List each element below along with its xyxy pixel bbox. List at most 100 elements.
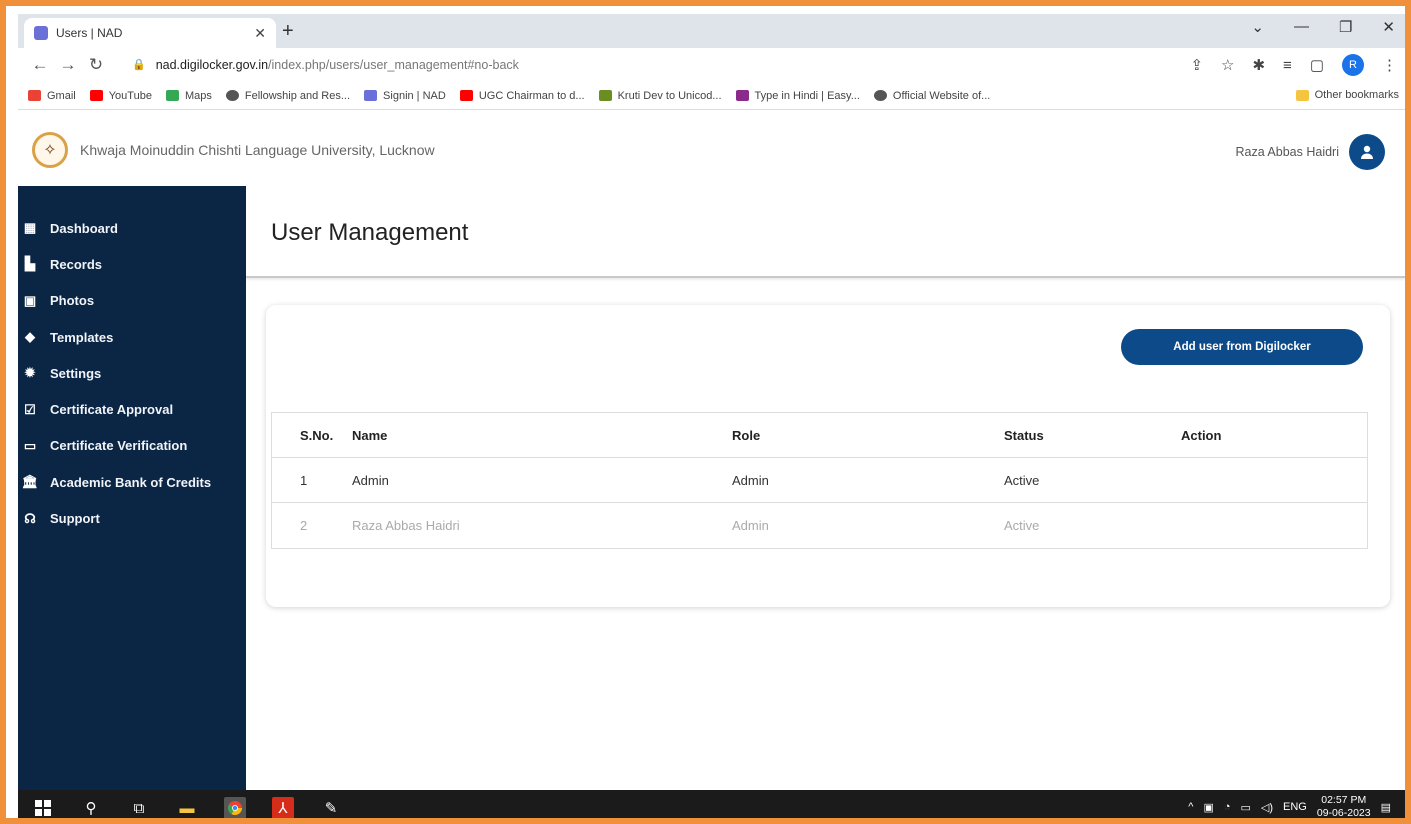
sidebar-item-certificate-verification[interactable]: ▭ Certificate Verification bbox=[18, 428, 246, 464]
globe-icon bbox=[225, 90, 239, 101]
menu-icon[interactable]: ⋮ bbox=[1382, 56, 1397, 74]
sidebar-item-support[interactable]: ☊ Support bbox=[18, 500, 246, 536]
tab-title: Users | NAD bbox=[56, 26, 123, 40]
sidebar-item-academic-bank-of-credits[interactable]: 🏛 Academic Bank of Credits bbox=[18, 464, 246, 500]
hindi-typing-icon bbox=[735, 90, 749, 101]
verification-icon: ▭ bbox=[23, 437, 37, 453]
cell-name: Admin bbox=[352, 472, 389, 488]
cell-name: Raza Abbas Haidri bbox=[352, 518, 460, 533]
new-tab-icon[interactable]: + bbox=[282, 20, 294, 43]
bookmark-item[interactable]: Type in Hindi | Easy... bbox=[735, 90, 860, 102]
bookmark-item[interactable]: Kruti Dev to Unicod... bbox=[598, 90, 722, 102]
column-header-action: Action bbox=[1181, 427, 1222, 443]
page-title: User Management bbox=[271, 219, 469, 246]
side-panel-icon[interactable]: ▢ bbox=[1310, 56, 1324, 74]
forward-icon[interactable]: → bbox=[54, 55, 82, 75]
address-path: /index.php/users/user_management#no-back bbox=[268, 57, 519, 72]
profile-avatar[interactable]: R bbox=[1342, 54, 1364, 76]
bookmark-item[interactable]: Official Website of... bbox=[873, 90, 990, 102]
screen: Users | NAD ✕ + ⌄ — ❐ ✕ ← → ↻ 🔒 nad.digi… bbox=[18, 14, 1405, 819]
table-row[interactable]: 2 Raza Abbas Haidri Admin Active bbox=[272, 503, 1367, 548]
cell-status: Active bbox=[1004, 472, 1040, 488]
youtube-icon bbox=[89, 90, 103, 101]
sidebar-item-templates[interactable]: ◆ Templates bbox=[18, 319, 246, 355]
extensions-icon[interactable]: ✱ bbox=[1252, 56, 1265, 74]
bank-icon: 🏛 bbox=[21, 474, 39, 490]
sidebar-item-records[interactable]: ▙ Records bbox=[18, 246, 246, 282]
tag-icon: ◆ bbox=[25, 329, 35, 345]
cell-role: Admin bbox=[732, 472, 769, 488]
user-name: Raza Abbas Haidri bbox=[1235, 145, 1339, 159]
browser-tab-active[interactable]: Users | NAD ✕ bbox=[24, 18, 276, 48]
task-view-icon[interactable]: ⧉ bbox=[128, 797, 150, 818]
calendar-icon: ▦ bbox=[23, 220, 37, 236]
app-header: ✧ Khwaja Moinuddin Chishti Language Univ… bbox=[18, 110, 1405, 190]
column-header-status: Status bbox=[1004, 427, 1044, 443]
bookmark-item[interactable]: YouTube bbox=[89, 90, 152, 102]
browser-toolbar: ← → ↻ 🔒 nad.digilocker.gov.in/index.php/… bbox=[18, 48, 1405, 82]
bookmark-item[interactable]: Gmail bbox=[28, 90, 76, 102]
network-icon[interactable]: ◔ bbox=[1224, 801, 1231, 813]
column-header-sno: S.No. bbox=[300, 427, 334, 443]
language-indicator[interactable]: ENG bbox=[1283, 801, 1307, 813]
clock[interactable]: 02:57 PM 09-06-2023 bbox=[1316, 794, 1371, 819]
reload-icon[interactable]: ↻ bbox=[82, 55, 110, 75]
notifications-icon[interactable]: ▤ bbox=[1381, 801, 1391, 814]
bookmark-item[interactable]: UGC Chairman to d... bbox=[459, 90, 585, 102]
windows-taskbar: ⚲ ⧉ ▬ ⅄ ✎ ^ ▣ ◔ ▭ ◁) ENG 02:57 PM 09-06-… bbox=[18, 790, 1405, 819]
university-logo-icon: ✧ bbox=[32, 132, 68, 168]
minimize-icon[interactable]: — bbox=[1294, 18, 1309, 36]
search-icon[interactable]: ⚲ bbox=[80, 797, 102, 818]
paint-icon[interactable]: ✎ bbox=[320, 797, 342, 818]
lock-icon: 🔒 bbox=[132, 59, 146, 71]
cell-sno: 2 bbox=[300, 518, 308, 533]
users-card: Add user from Digilocker S.No. Name Role… bbox=[266, 305, 1390, 607]
star-icon[interactable]: ☆ bbox=[1221, 56, 1234, 74]
volume-icon[interactable]: ◁) bbox=[1261, 801, 1273, 814]
restore-icon[interactable]: ❐ bbox=[1339, 18, 1352, 36]
browser-tabstrip: Users | NAD ✕ + ⌄ — ❐ ✕ bbox=[18, 14, 1405, 48]
approval-icon: ☑ bbox=[24, 401, 36, 417]
university-name: Khwaja Moinuddin Chishti Language Univer… bbox=[80, 142, 435, 158]
address-bar[interactable]: 🔒 nad.digilocker.gov.in/index.php/users/… bbox=[118, 51, 1158, 78]
close-window-icon[interactable]: ✕ bbox=[1382, 18, 1395, 36]
window-controls: ⌄ — ❐ ✕ bbox=[1251, 18, 1395, 36]
bookmark-item[interactable]: Signin | NAD bbox=[364, 90, 446, 102]
sidebar-item-photos[interactable]: ▣ Photos bbox=[18, 283, 246, 319]
maps-icon bbox=[165, 90, 179, 101]
acrobat-icon[interactable]: ⅄ bbox=[272, 797, 294, 818]
sidebar-item-settings[interactable]: ✹ Settings bbox=[18, 355, 246, 391]
back-icon[interactable]: ← bbox=[26, 55, 54, 75]
page-title-bar: User Management bbox=[246, 190, 1405, 278]
user-avatar-icon[interactable] bbox=[1349, 134, 1385, 170]
nad-favicon-icon bbox=[364, 90, 378, 101]
sidebar-item-certificate-approval[interactable]: ☑ Certificate Approval bbox=[18, 391, 246, 427]
clock-date: 09-06-2023 bbox=[1316, 807, 1371, 819]
sidebar-item-dashboard[interactable]: ▦ Dashboard bbox=[18, 210, 246, 246]
system-tray: ^ ▣ ◔ ▭ ◁) ENG 02:57 PM 09-06-2023 ▤ bbox=[1188, 794, 1391, 819]
address-host: nad.digilocker.gov.in bbox=[155, 57, 269, 72]
reading-list-icon[interactable]: ≡ bbox=[1283, 57, 1292, 74]
clock-time: 02:57 PM bbox=[1321, 794, 1367, 806]
bookmarks-bar: Gmail YouTube Maps Fellowship and Res...… bbox=[18, 82, 1405, 110]
file-explorer-icon[interactable]: ▬ bbox=[176, 797, 198, 818]
chrome-icon[interactable] bbox=[224, 797, 246, 818]
add-user-from-digilocker-button[interactable]: Add user from Digilocker bbox=[1121, 329, 1363, 365]
nad-favicon-icon bbox=[34, 26, 48, 40]
battery-icon[interactable]: ▭ bbox=[1241, 801, 1251, 814]
tab-search-chevron-icon[interactable]: ⌄ bbox=[1251, 18, 1264, 36]
chart-icon bbox=[598, 90, 612, 101]
headset-icon: ☊ bbox=[24, 510, 36, 526]
user-menu[interactable]: Raza Abbas Haidri bbox=[1235, 134, 1385, 170]
display-icon[interactable]: ▣ bbox=[1203, 801, 1213, 814]
other-bookmarks[interactable]: Other bookmarks bbox=[1295, 89, 1399, 101]
screenshot-frame: Users | NAD ✕ + ⌄ — ❐ ✕ ← → ↻ 🔒 nad.digi… bbox=[0, 0, 1411, 824]
bookmark-item[interactable]: Maps bbox=[165, 90, 212, 102]
windows-start-icon[interactable] bbox=[32, 797, 54, 818]
table-row[interactable]: 1 Admin Admin Active bbox=[272, 458, 1367, 503]
chevron-up-icon[interactable]: ^ bbox=[1188, 801, 1193, 813]
close-tab-icon[interactable]: ✕ bbox=[254, 25, 266, 42]
file-icon: ▙ bbox=[25, 256, 35, 272]
bookmark-item[interactable]: Fellowship and Res... bbox=[225, 90, 350, 102]
share-icon[interactable]: ⇪ bbox=[1190, 56, 1203, 74]
